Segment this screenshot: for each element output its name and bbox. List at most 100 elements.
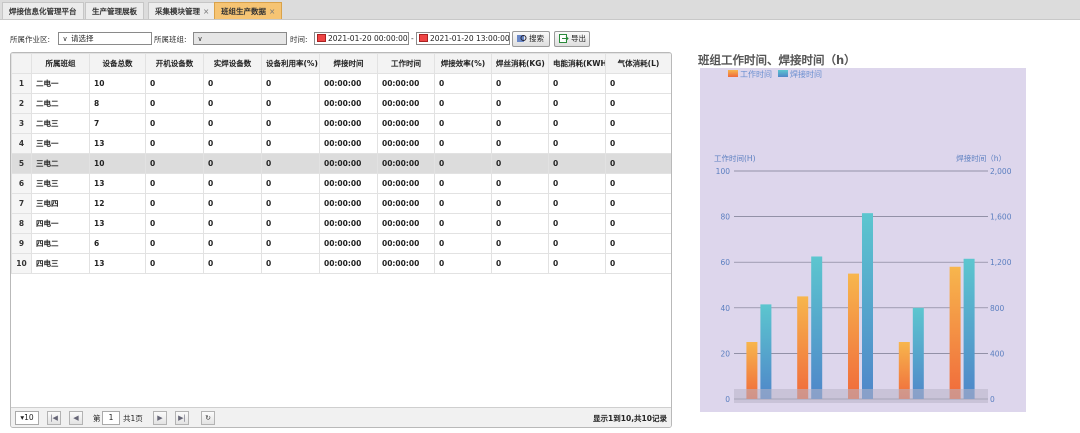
table-cell: 0 [548, 133, 606, 154]
time-label: 时间: [290, 35, 308, 44]
column-header[interactable]: 焊丝消耗(KG) [491, 53, 549, 74]
table-cell: 0 [548, 213, 606, 234]
column-header[interactable]: 设备总数 [89, 53, 146, 74]
bar-work-time [949, 266, 961, 399]
export-button[interactable]: 导出 [554, 31, 590, 47]
legend-label: 焊接时间 [790, 69, 822, 79]
table-cell: 三电二 [31, 153, 90, 174]
refresh-button[interactable]: ↻ [201, 411, 215, 425]
column-header[interactable]: 气体消耗(L) [605, 53, 671, 74]
table-cell: 0 [145, 153, 204, 174]
table-row[interactable]: 3 二电三 7 0 0 0 00:00:00 00:00:00 0 0 0 0 [11, 113, 671, 134]
table-cell: 0 [145, 193, 204, 214]
table-cell: 0 [261, 73, 320, 94]
table-cell: 7 [89, 113, 146, 134]
column-header[interactable]: 所属班组 [31, 53, 90, 74]
table-cell: 0 [434, 193, 492, 214]
table-cell: 0 [145, 73, 204, 94]
table-cell: 0 [605, 193, 671, 214]
table-cell: 13 [89, 173, 146, 194]
table-cell: 0 [203, 213, 262, 234]
table-cell: 00:00:00 [377, 133, 435, 154]
table-cell: 00:00:00 [319, 193, 378, 214]
area-select[interactable]: ∨ 请选择 [58, 32, 152, 45]
y-left-tick-label: 80 [720, 213, 730, 222]
table-row[interactable]: 2 二电二 8 0 0 0 00:00:00 00:00:00 0 0 0 0 [11, 93, 671, 114]
tab-bar: 焊接信息化管理平台 生产管理展板 采集模块管理 × 班组生产数据 × [0, 0, 1080, 20]
table-cell: 00:00:00 [319, 173, 378, 194]
legend-label: 工作时间 [740, 69, 772, 79]
table-cell: 0 [261, 153, 320, 174]
start-time-input[interactable]: 2021-01-20 00:00:00 [314, 32, 409, 45]
table-cell: 0 [261, 133, 320, 154]
y-right-tick-label: 2,000 [990, 167, 1012, 176]
tab-production-board[interactable]: 生产管理展板 [85, 2, 144, 19]
page-size-select[interactable]: ▾10 [15, 411, 39, 425]
prev-page-button[interactable]: ◀ [69, 411, 83, 425]
table-row[interactable]: 1 二电一 10 0 0 0 00:00:00 00:00:00 0 0 0 0 [11, 73, 671, 94]
y-left-tick-label: 40 [720, 304, 730, 313]
column-header[interactable]: 焊接时间 [319, 53, 378, 74]
last-page-button[interactable]: ▶| [175, 411, 189, 425]
export-icon [559, 33, 569, 43]
column-header[interactable]: 实焊设备数 [203, 53, 262, 74]
filter-bar: 所属作业区: ∨ 请选择 所属班组: ∨ 时间: 2021-01-20 00:00… [0, 30, 690, 50]
table-cell: 0 [203, 193, 262, 214]
close-icon[interactable]: × [203, 7, 209, 16]
close-icon[interactable]: × [269, 7, 275, 16]
search-icon [517, 34, 527, 42]
table-cell: 0 [203, 173, 262, 194]
first-page-button[interactable]: |◀ [47, 411, 61, 425]
row-number: 10 [11, 253, 32, 274]
calendar-icon[interactable] [317, 34, 326, 42]
table-cell: 0 [203, 253, 262, 274]
table-row[interactable]: 10 四电三 13 0 0 0 00:00:00 00:00:00 0 0 0 0 [11, 253, 671, 274]
table-cell: 0 [605, 233, 671, 254]
bar-weld-time [760, 304, 772, 399]
table-cell: 0 [261, 193, 320, 214]
tab-label: 生产管理展板 [92, 7, 137, 16]
search-label: 搜索 [529, 34, 544, 43]
table-cell: 00:00:00 [319, 253, 378, 274]
team-select[interactable]: ∨ [193, 32, 287, 45]
column-header[interactable]: 焊接效率(%) [434, 53, 492, 74]
row-number: 5 [11, 153, 32, 174]
table-row[interactable]: 6 三电三 13 0 0 0 00:00:00 00:00:00 0 0 0 0 [11, 173, 671, 194]
tab-platform[interactable]: 焊接信息化管理平台 [2, 2, 84, 19]
bar-weld-time [912, 307, 924, 399]
table-cell: 四电二 [31, 233, 90, 254]
row-number: 7 [11, 193, 32, 214]
bar-weld-time [862, 213, 873, 399]
column-header[interactable]: 工作时间 [377, 53, 435, 74]
table-cell: 0 [145, 173, 204, 194]
column-header[interactable]: 设备利用率(%) [261, 53, 320, 74]
calendar-icon[interactable] [419, 34, 428, 42]
tab-collection-module[interactable]: 采集模块管理 × [148, 2, 217, 19]
table-cell: 0 [434, 213, 492, 234]
team-label: 所属班组: [154, 35, 187, 44]
table-row[interactable]: 8 四电一 13 0 0 0 00:00:00 00:00:00 0 0 0 0 [11, 213, 671, 234]
table-cell: 0 [491, 133, 549, 154]
end-time-input[interactable]: 2021-01-20 13:00:00 [416, 32, 510, 45]
next-page-button[interactable]: ▶ [153, 411, 167, 425]
page-number-input[interactable]: 1 [102, 411, 120, 425]
tab-team-production-data[interactable]: 班组生产数据 × [214, 2, 283, 19]
column-header[interactable]: 开机设备数 [145, 53, 204, 74]
y-left-tick-label: 20 [720, 349, 730, 358]
search-button[interactable]: 搜索 [512, 31, 550, 47]
table-row[interactable]: 4 三电一 13 0 0 0 00:00:00 00:00:00 0 0 0 0 [11, 133, 671, 154]
table-cell: 00:00:00 [377, 113, 435, 134]
table-cell: 0 [203, 153, 262, 174]
table-row[interactable]: 9 四电二 6 0 0 0 00:00:00 00:00:00 0 0 0 0 [11, 233, 671, 254]
table-row[interactable]: 5 三电二 10 0 0 0 00:00:00 00:00:00 0 0 0 0 [11, 153, 671, 174]
table-cell: 0 [145, 113, 204, 134]
tab-label: 采集模块管理 [155, 7, 200, 16]
team-time-chart: 工作时间 焊接时间工作时间(H) 焊接时间（h） 0 0 20 400 40 800 60 1,20… [700, 68, 1026, 412]
table-cell: 00:00:00 [377, 193, 435, 214]
table-cell: 0 [491, 113, 549, 134]
table-row[interactable]: 7 三电四 12 0 0 0 00:00:00 00:00:00 0 0 0 0 [11, 193, 671, 214]
column-header[interactable]: 电能消耗(KWH) [548, 53, 606, 74]
table-cell: 0 [548, 93, 606, 114]
pagination-bar: ▾10 |◀ ◀ 第 1 共1页 ▶ ▶| ↻ 显示1到10,共10记录 [11, 407, 671, 427]
bar-weld-time [963, 258, 975, 399]
